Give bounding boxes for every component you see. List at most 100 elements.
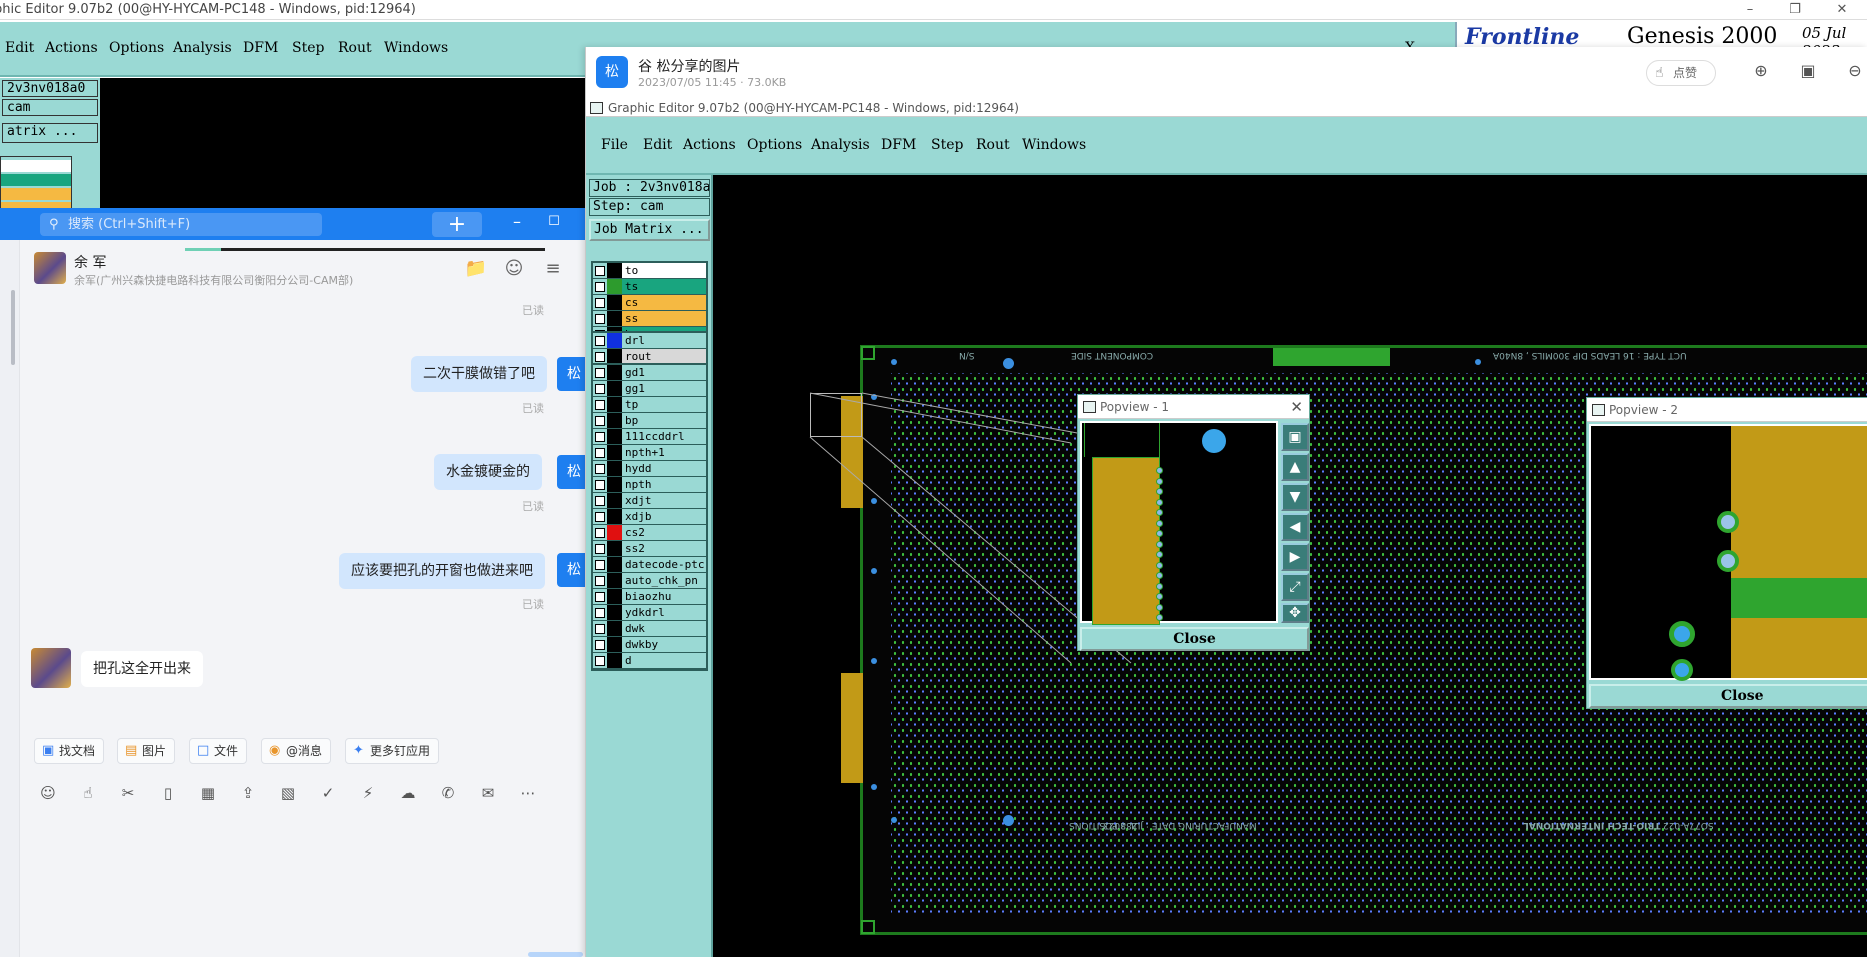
message-bubble[interactable]: 二次干膜做错了吧	[411, 356, 547, 392]
restore-button[interactable]: ❐	[1775, 0, 1815, 19]
layer-row[interactable]: ydkdrl	[593, 605, 706, 621]
layer-color-swatch[interactable]	[607, 509, 622, 524]
pan-up-icon[interactable]: ▲	[1281, 453, 1309, 481]
layer-color-swatch[interactable]	[607, 365, 622, 380]
menu-options[interactable]: Options	[747, 137, 802, 153]
layer-row[interactable]: xdjt	[593, 493, 706, 509]
task-icon[interactable]: ✓	[318, 784, 338, 802]
layer-color-swatch[interactable]	[607, 557, 622, 572]
contact-name[interactable]: 余 军	[74, 252, 106, 272]
phone-icon[interactable]: ✆	[438, 784, 458, 802]
popview-2-close-button[interactable]: Close	[1589, 684, 1867, 708]
mention-button[interactable]: ◉ @消息	[261, 738, 332, 764]
layer-checkbox[interactable]	[595, 400, 605, 410]
zoom-in-icon[interactable]: ⊕	[1749, 61, 1773, 80]
bg-menu-options[interactable]: Options	[109, 40, 164, 56]
layer-color-swatch[interactable]	[607, 493, 622, 508]
layer-row[interactable]: drl	[593, 333, 706, 349]
my-avatar[interactable]: 松	[557, 553, 585, 587]
zoom-in-icon[interactable]: ✥	[1281, 603, 1309, 623]
layer-row[interactable]: to	[593, 263, 706, 279]
layer-color-swatch[interactable]	[607, 541, 622, 556]
add-button[interactable]: +	[432, 212, 482, 237]
layer-checkbox[interactable]	[595, 336, 605, 346]
layer-checkbox[interactable]	[595, 480, 605, 490]
menu-file[interactable]: File	[601, 137, 628, 153]
layer-checkbox[interactable]	[595, 544, 605, 554]
menu-dfm[interactable]: DFM	[881, 137, 916, 153]
bg-job-matrix-button[interactable]: atrix ...	[2, 123, 98, 143]
layer-row[interactable]: npth	[593, 477, 706, 493]
doc-add-icon[interactable]: ▦	[198, 784, 218, 802]
menu-rout[interactable]: Rout	[976, 137, 1010, 153]
scrollbar[interactable]	[11, 290, 15, 365]
layer-checkbox[interactable]	[595, 352, 605, 362]
calendar-icon[interactable]: ▧	[278, 784, 298, 802]
find-document-button[interactable]: ▣ 找文档	[34, 738, 105, 764]
layer-color-swatch[interactable]	[607, 477, 622, 492]
layer-checkbox[interactable]	[595, 384, 605, 394]
layer-row[interactable]: dwkby	[593, 637, 706, 653]
layer-checkbox[interactable]	[595, 282, 605, 292]
popview-1-close-button[interactable]: Close	[1080, 627, 1309, 651]
layer-row[interactable]: biaozhu	[593, 589, 706, 605]
flash-icon[interactable]: ⚡	[358, 784, 378, 802]
menu-edit[interactable]: Edit	[643, 137, 672, 153]
graphics-canvas[interactable]: S/N COMPONENT SIDE UCT TYPE : 16 LEADS D…	[713, 175, 1867, 957]
zoom-out-icon[interactable]: ⊖	[1843, 61, 1867, 80]
maximize-icon[interactable]: ☐	[542, 214, 566, 229]
layer-color-swatch[interactable]	[607, 445, 622, 460]
minimize-icon[interactable]: –	[505, 212, 529, 231]
layer-checkbox[interactable]	[595, 560, 605, 570]
layer-color-swatch[interactable]	[607, 637, 622, 652]
contact-avatar[interactable]	[31, 648, 71, 688]
layer-row[interactable]: tp	[593, 397, 706, 413]
layer-color-swatch[interactable]	[607, 621, 622, 636]
close-button[interactable]: ✕	[1822, 0, 1862, 19]
bg-menu-rout[interactable]: Rout	[338, 40, 372, 56]
layer-color-swatch[interactable]	[607, 653, 622, 668]
menu-analysis[interactable]: Analysis	[811, 137, 870, 153]
layer-checkbox[interactable]	[595, 624, 605, 634]
zoom-fit-icon[interactable]: ▣	[1281, 423, 1309, 451]
layer-row[interactable]: ts	[593, 279, 706, 295]
bg-menu-edit[interactable]: Edit	[5, 40, 34, 56]
close-icon[interactable]: ✕	[1290, 395, 1303, 419]
layer-checkbox[interactable]	[595, 368, 605, 378]
more-apps-button[interactable]: ✦ 更多钉应用	[345, 738, 440, 764]
layer-color-swatch[interactable]	[607, 381, 622, 396]
layer-color-swatch[interactable]	[607, 525, 622, 540]
zoom-out-icon[interactable]: ⤢	[1281, 573, 1309, 601]
job-matrix-button[interactable]: Job Matrix ...	[589, 219, 710, 241]
layer-row[interactable]: bp	[593, 413, 706, 429]
popview-2-canvas[interactable]	[1589, 424, 1867, 681]
layer-color-swatch[interactable]	[607, 333, 622, 348]
layer-row[interactable]: dwk	[593, 621, 706, 637]
layer-color-swatch[interactable]	[607, 461, 622, 476]
image-button[interactable]: ▤ 图片	[117, 738, 176, 764]
menu-actions[interactable]: Actions	[683, 137, 736, 153]
layer-row[interactable]: hydd	[593, 461, 706, 477]
layer-color-swatch[interactable]	[607, 429, 622, 444]
message-bubble[interactable]: 把孔这全开出来	[81, 651, 203, 687]
like-button[interactable]: ☝ 点赞	[1646, 60, 1716, 86]
layer-checkbox[interactable]	[595, 512, 605, 522]
menu-step[interactable]: Step	[931, 137, 963, 153]
emoji-icon[interactable]: ☺	[38, 784, 58, 802]
layer-color-swatch[interactable]	[607, 573, 622, 588]
layer-row[interactable]: xdjb	[593, 509, 706, 525]
scissors-icon[interactable]: ✂	[118, 784, 138, 802]
layer-checkbox[interactable]	[595, 266, 605, 276]
layer-row[interactable]: ss2	[593, 541, 706, 557]
layer-row[interactable]: gg1	[593, 381, 706, 397]
mail-icon[interactable]: ✉	[478, 784, 498, 802]
slash-command-icon[interactable]: ▯	[158, 784, 178, 802]
my-avatar[interactable]: 松	[557, 357, 585, 391]
layer-color-swatch[interactable]	[607, 605, 622, 620]
add-member-icon[interactable]: ☺	[502, 258, 526, 279]
upload-icon[interactable]: ⇪	[238, 784, 258, 802]
layer-color-swatch[interactable]	[607, 311, 622, 326]
layer-color-swatch[interactable]	[607, 295, 622, 310]
layer-row[interactable]: cs	[593, 295, 706, 311]
layer-checkbox[interactable]	[595, 314, 605, 324]
